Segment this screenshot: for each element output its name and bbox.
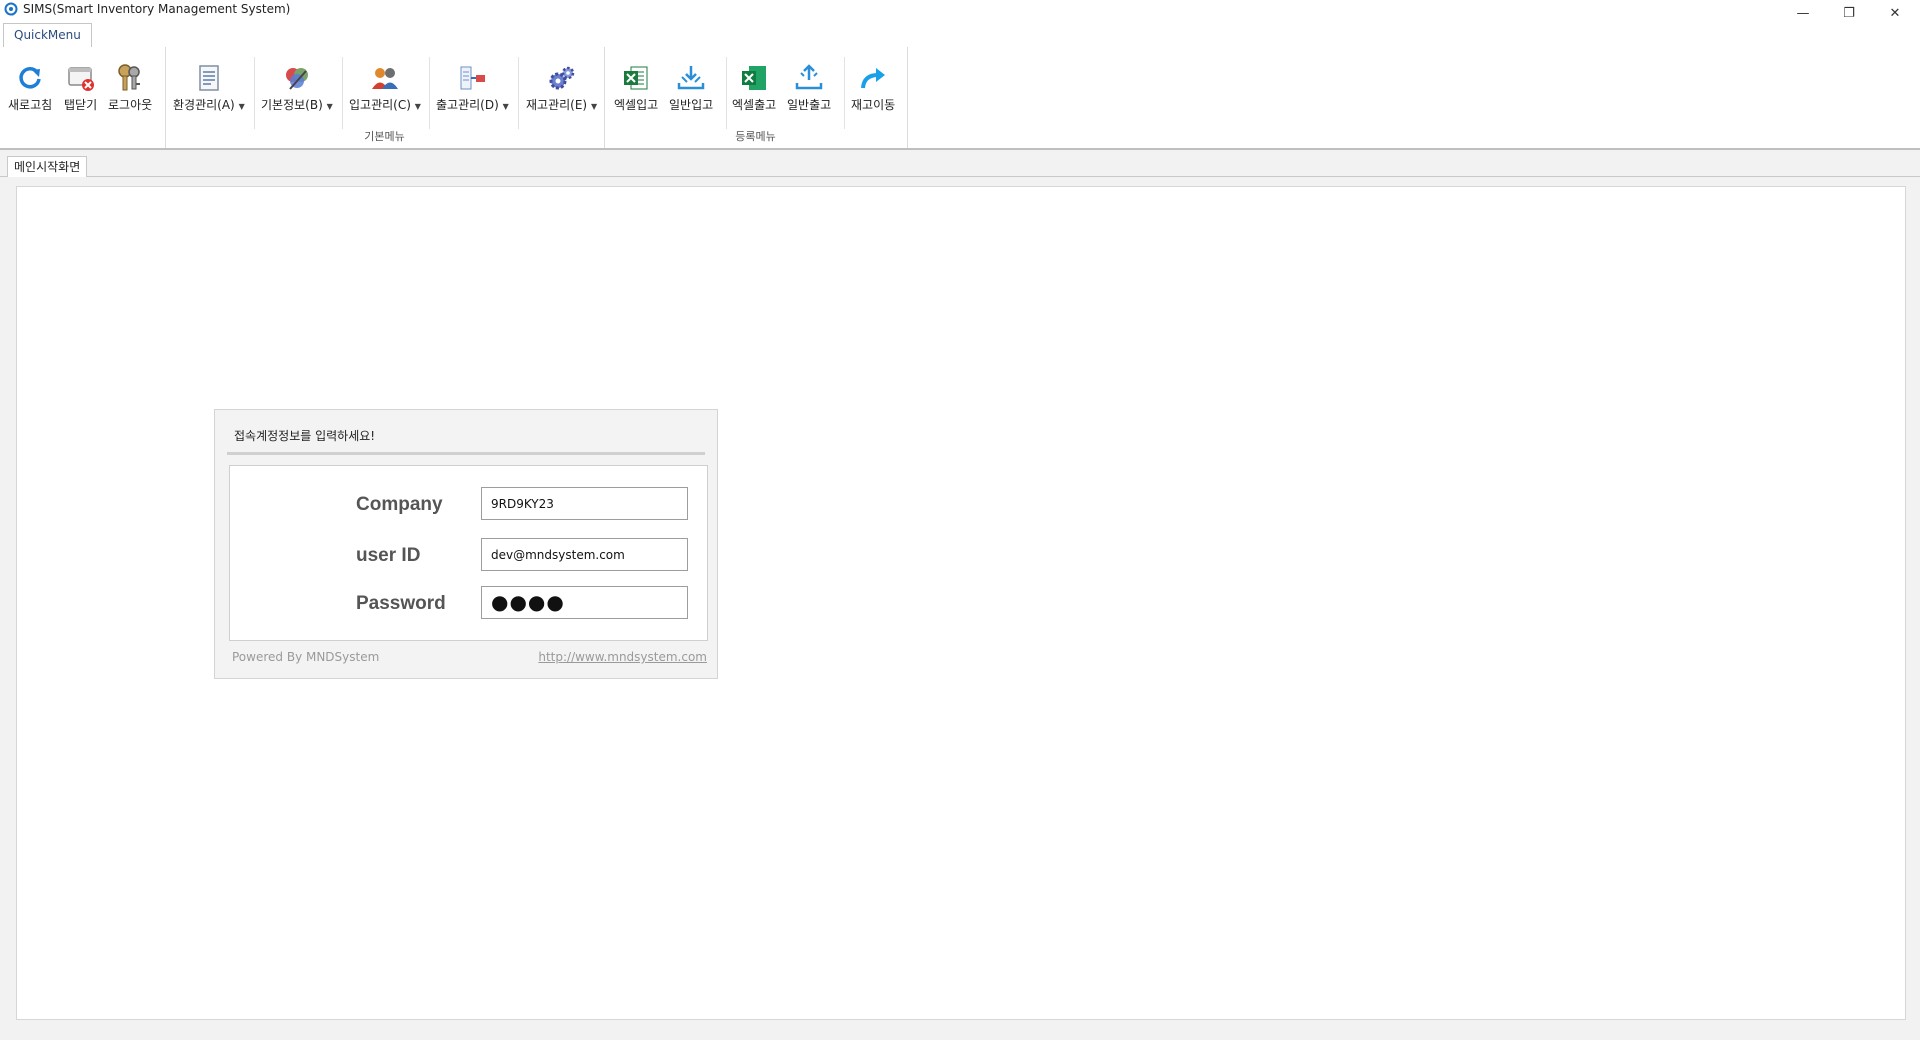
excel-outbound-button[interactable]: 엑셀출고 (732, 61, 776, 117)
outbound-menu-label: 출고관리(D) (436, 98, 499, 112)
normal-inbound-label: 일반입고 (669, 98, 714, 112)
stock-menu-label: 재고관리(E) (526, 98, 588, 112)
title-bar: SIMS(Smart Inventory Management System) … (0, 0, 1920, 21)
keys-icon (114, 61, 146, 95)
user-id-input[interactable]: dev@mndsystem.com (481, 538, 688, 571)
stock-move-label: 재고이동 (851, 98, 896, 112)
env-menu-label: 환경관리(A) (173, 98, 235, 112)
separator (429, 57, 430, 129)
login-form: Company 9RD9KY23 user ID dev@mndsystem.c… (229, 465, 708, 641)
dropdown-caret-icon: ▼ (326, 102, 333, 111)
ribbon-group-label: 기본메뉴 (364, 130, 405, 143)
logout-label: 로그아웃 (108, 98, 153, 112)
outbound-menu-button[interactable]: 출고관리(D) ▼ (436, 61, 509, 117)
dropdown-caret-icon: ▼ (590, 102, 598, 111)
close-tab-button[interactable]: 탭닫기 (64, 61, 97, 117)
document-icon (193, 61, 225, 95)
dropdown-caret-icon: ▼ (502, 102, 509, 111)
ribbon-group-register: 엑셀입고 일반입고 엑셀출고 일반출고 재고이동 등록메뉴 (604, 47, 908, 148)
user-id-label: user ID (356, 545, 421, 566)
tab-main-start[interactable]: 메인시작화면 (7, 156, 88, 177)
gears-icon (546, 61, 578, 95)
login-panel: 접속계정정보를 입력하세요! Company 9RD9KY23 user ID … (214, 409, 718, 679)
document-tab-row: 메인시작화면 (0, 150, 1920, 177)
normal-inbound-button[interactable]: 일반입고 (669, 61, 713, 117)
users-icon (369, 61, 401, 95)
refresh-button[interactable]: 새로고침 (8, 61, 52, 117)
normal-outbound-label: 일반출고 (787, 98, 832, 112)
separator (844, 57, 845, 129)
app-logo-icon (4, 2, 18, 16)
excel-inbound-button[interactable]: 엑셀입고 (614, 61, 658, 117)
login-header: 접속계정정보를 입력하세요! (227, 416, 705, 455)
excel-icon (738, 61, 770, 95)
info-menu-button[interactable]: 기본정보(B) ▼ (261, 61, 333, 117)
excel-outbound-label: 엑셀출고 (732, 98, 777, 112)
stock-move-button[interactable]: 재고이동 (851, 61, 895, 117)
outbound-arrow-icon (793, 61, 825, 95)
window-title: SIMS(Smart Inventory Management System) (23, 2, 291, 16)
env-menu-button[interactable]: 환경관리(A) ▼ (173, 61, 245, 117)
separator (518, 57, 519, 129)
inbound-arrow-icon (675, 61, 707, 95)
company-input[interactable]: 9RD9KY23 (481, 487, 688, 520)
login-header-text: 접속계정정보를 입력하세요! (234, 429, 376, 443)
separator (254, 57, 255, 129)
password-input[interactable]: ●●●● (481, 586, 688, 619)
info-cards-icon (281, 61, 313, 95)
tab-quickmenu[interactable]: QuickMenu (3, 23, 92, 48)
website-link[interactable]: http://www.mndsystem.com (538, 650, 707, 664)
dropdown-caret-icon: ▼ (238, 102, 245, 111)
password-label: Password (356, 593, 446, 614)
dropdown-caret-icon: ▼ (414, 102, 421, 111)
redo-arrow-icon (857, 61, 889, 95)
close-tab-icon (65, 61, 97, 95)
info-menu-label: 기본정보(B) (261, 98, 323, 112)
stock-menu-button[interactable]: 재고관리(E) ▼ (526, 61, 597, 117)
excel-icon (620, 61, 652, 95)
ribbon-group-basic: 환경관리(A) ▼ 기본정보(B) ▼ 입고관리(C) ▼ 출고관리(D) ▼ … (165, 47, 605, 148)
logout-button[interactable]: 로그아웃 (108, 61, 152, 117)
ribbon: 새로고침 탭닫기 로그아웃 환경관리(A) ▼ 기본정보(B) ▼ 입고관리(C… (0, 47, 1920, 150)
excel-inbound-label: 엑셀입고 (614, 98, 659, 112)
close-tab-label: 탭닫기 (64, 98, 98, 112)
refresh-label: 새로고침 (8, 98, 53, 112)
inbound-menu-button[interactable]: 입고관리(C) ▼ (349, 61, 421, 117)
ribbon-tab-row: QuickMenu (0, 21, 1920, 48)
ribbon-group-quick: 새로고침 탭닫기 로그아웃 (0, 47, 166, 148)
powered-by-text: Powered By MNDSystem (232, 650, 380, 664)
ribbon-group-label: 등록메뉴 (735, 130, 776, 143)
normal-outbound-button[interactable]: 일반출고 (787, 61, 831, 117)
outbound-icon (456, 61, 488, 95)
company-label: Company (356, 494, 443, 515)
refresh-icon (14, 61, 46, 95)
separator (342, 57, 343, 129)
separator (726, 57, 727, 129)
inbound-menu-label: 입고관리(C) (349, 98, 411, 112)
